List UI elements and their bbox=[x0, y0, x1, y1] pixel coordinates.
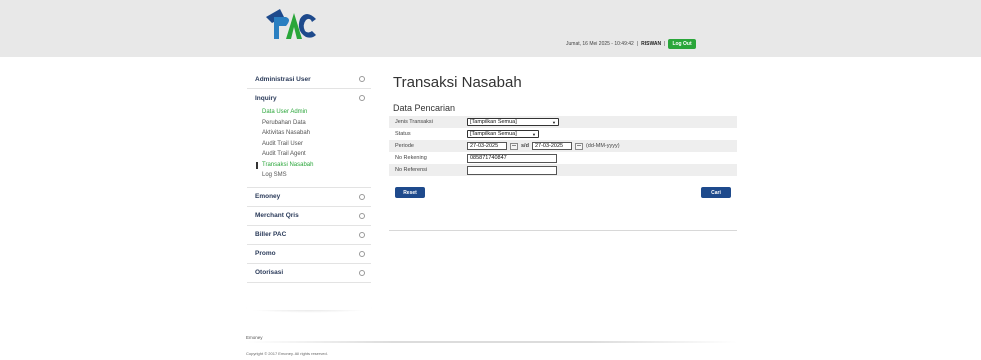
field-label: No Referensi bbox=[395, 167, 428, 173]
date-range-separator: s/d bbox=[521, 143, 529, 149]
sidebar-header-label: Biller PAC bbox=[255, 231, 287, 238]
sidebar-section-merchant-qris: Merchant Qris bbox=[247, 207, 371, 226]
field-value: 27-03-2025 s/d 27-03-2025 (dd-MM-yyyy) bbox=[467, 142, 620, 150]
reset-button[interactable]: Reset bbox=[395, 187, 425, 198]
sidebar-section-biller-pac: Biller PAC bbox=[247, 226, 371, 245]
form-row-periode: Periode 27-03-2025 s/d 27-03-2025 (dd-MM… bbox=[389, 140, 737, 152]
chevron-down-icon: ▼ bbox=[532, 131, 536, 137]
divider bbox=[389, 230, 737, 231]
chevron-down-icon: ▼ bbox=[552, 119, 556, 125]
calendar-icon[interactable] bbox=[574, 142, 583, 150]
search-button[interactable]: Cari bbox=[701, 187, 731, 198]
sidebar-section-promo: Promo bbox=[247, 245, 371, 264]
no-referensi-input[interactable] bbox=[467, 165, 557, 175]
gear-icon bbox=[359, 193, 365, 200]
gear-icon bbox=[359, 76, 365, 82]
form-row-status: Status [Tampilkan Semua] ▼ bbox=[389, 128, 737, 140]
sidebar-header-administrasi-user[interactable]: Administrasi User bbox=[247, 70, 371, 88]
inquiry-submenu: Data User Admin Perubahan Data Aktivitas… bbox=[247, 107, 371, 187]
sidebar-header-emoney[interactable]: Emoney bbox=[247, 188, 371, 206]
field-value: [Tampilkan Semua] ▼ bbox=[467, 118, 559, 126]
select-value: [Tampilkan Semua] bbox=[470, 131, 517, 137]
field-label: No Rekening bbox=[395, 155, 427, 161]
sidebar-header-label: Administrasi User bbox=[255, 75, 311, 83]
sidebar-item-transaksi-nasabah[interactable]: Transaksi Nasabah bbox=[256, 160, 371, 171]
sidebar-section-inquiry: Inquiry Data User Admin Perubahan Data A… bbox=[247, 89, 371, 188]
datetime-text: Jumat, 16 Mei 2025 - 10:49:42 bbox=[566, 41, 634, 47]
sidebar-item-perubahan-data[interactable]: Perubahan Data bbox=[262, 118, 371, 129]
sidebar-header-biller-pac[interactable]: Biller PAC bbox=[247, 226, 371, 244]
sidebar-header-inquiry[interactable]: Inquiry bbox=[247, 89, 371, 107]
sidebar-header-promo[interactable]: Promo bbox=[247, 245, 371, 263]
logout-button[interactable]: Log Out bbox=[668, 39, 696, 49]
form-row-no-referensi: No Referensi bbox=[389, 164, 737, 176]
gear-icon bbox=[359, 231, 365, 238]
field-label: Jenis Transaksi bbox=[395, 119, 433, 125]
sidebar-item-audit-trail-user[interactable]: Audit Trail User bbox=[262, 139, 371, 150]
gear-icon bbox=[359, 269, 365, 276]
search-form: Jenis Transaksi [Tampilkan Semua] ▼ Stat… bbox=[389, 116, 737, 176]
sidebar-item-aktivitas-nasabah[interactable]: Aktivitas Nasabah bbox=[262, 128, 371, 139]
sidebar-header-label: Promo bbox=[255, 250, 276, 257]
field-value: [Tampilkan Semua] ▼ bbox=[467, 130, 539, 138]
gear-icon bbox=[359, 250, 365, 257]
footer-brand: Emoney bbox=[246, 335, 263, 340]
pac-logo bbox=[266, 9, 316, 39]
sidebar-section-otorisasi: Otorisasi bbox=[247, 264, 371, 283]
sidebar-header-label: Inquiry bbox=[255, 94, 277, 102]
sidebar-header-label: Otorisasi bbox=[255, 269, 284, 276]
footer-divider bbox=[247, 341, 737, 343]
field-value bbox=[467, 165, 557, 175]
sidebar-section-emoney: Emoney bbox=[247, 188, 371, 207]
jenis-transaksi-select[interactable]: [Tampilkan Semua] ▼ bbox=[467, 118, 559, 126]
form-row-no-rekening: No Rekening 085871740847 bbox=[389, 152, 737, 164]
gear-icon bbox=[359, 212, 365, 219]
no-rekening-input[interactable]: 085871740847 bbox=[467, 153, 557, 163]
sidebar-header-otorisasi[interactable]: Otorisasi bbox=[247, 264, 371, 282]
field-label: Status bbox=[395, 131, 411, 137]
form-row-jenis-transaksi: Jenis Transaksi [Tampilkan Semua] ▼ bbox=[389, 116, 737, 128]
sidebar-item-data-user-admin[interactable]: Data User Admin bbox=[262, 107, 371, 118]
calendar-icon[interactable] bbox=[510, 142, 518, 150]
username-text: RISWAN bbox=[641, 41, 662, 47]
user-info-bar: Jumat, 16 Mei 2025 - 10:49:42 | RISWAN |… bbox=[566, 38, 696, 50]
field-value: 085871740847 bbox=[467, 153, 557, 163]
date-format-hint: (dd-MM-yyyy) bbox=[585, 143, 620, 149]
separator: | bbox=[636, 41, 639, 47]
sidebar: Administrasi User Inquiry Data User Admi… bbox=[247, 70, 371, 310]
status-select[interactable]: [Tampilkan Semua] ▼ bbox=[467, 130, 539, 138]
form-actions: Reset Cari bbox=[389, 187, 737, 198]
main-content: Transaksi Nasabah Data Pencarian Jenis T… bbox=[389, 70, 737, 198]
gear-icon bbox=[359, 95, 365, 101]
page-title: Transaksi Nasabah bbox=[393, 74, 522, 91]
periode-to-input[interactable]: 27-03-2025 bbox=[531, 142, 572, 150]
periode-from-input[interactable]: 27-03-2025 bbox=[467, 142, 507, 150]
footer-copyright: Copyright © 2017 Emoney. All rights rese… bbox=[246, 351, 328, 356]
sidebar-item-log-sms[interactable]: Log SMS bbox=[262, 170, 371, 181]
header-bar: Jumat, 16 Mei 2025 - 10:49:42 | RISWAN |… bbox=[0, 0, 981, 57]
select-value: [Tampilkan Semua] bbox=[470, 119, 517, 125]
sidebar-header-label: Merchant Qris bbox=[255, 212, 299, 219]
sidebar-section-administrasi-user: Administrasi User bbox=[247, 70, 371, 89]
sidebar-header-merchant-qris[interactable]: Merchant Qris bbox=[247, 207, 371, 225]
sidebar-header-label: Emoney bbox=[255, 193, 281, 200]
separator: | bbox=[664, 41, 666, 47]
sidebar-item-audit-trail-agent[interactable]: Audit Trail Agent bbox=[262, 149, 371, 160]
field-label: Periode bbox=[395, 143, 414, 149]
section-title: Data Pencarian bbox=[393, 103, 456, 113]
